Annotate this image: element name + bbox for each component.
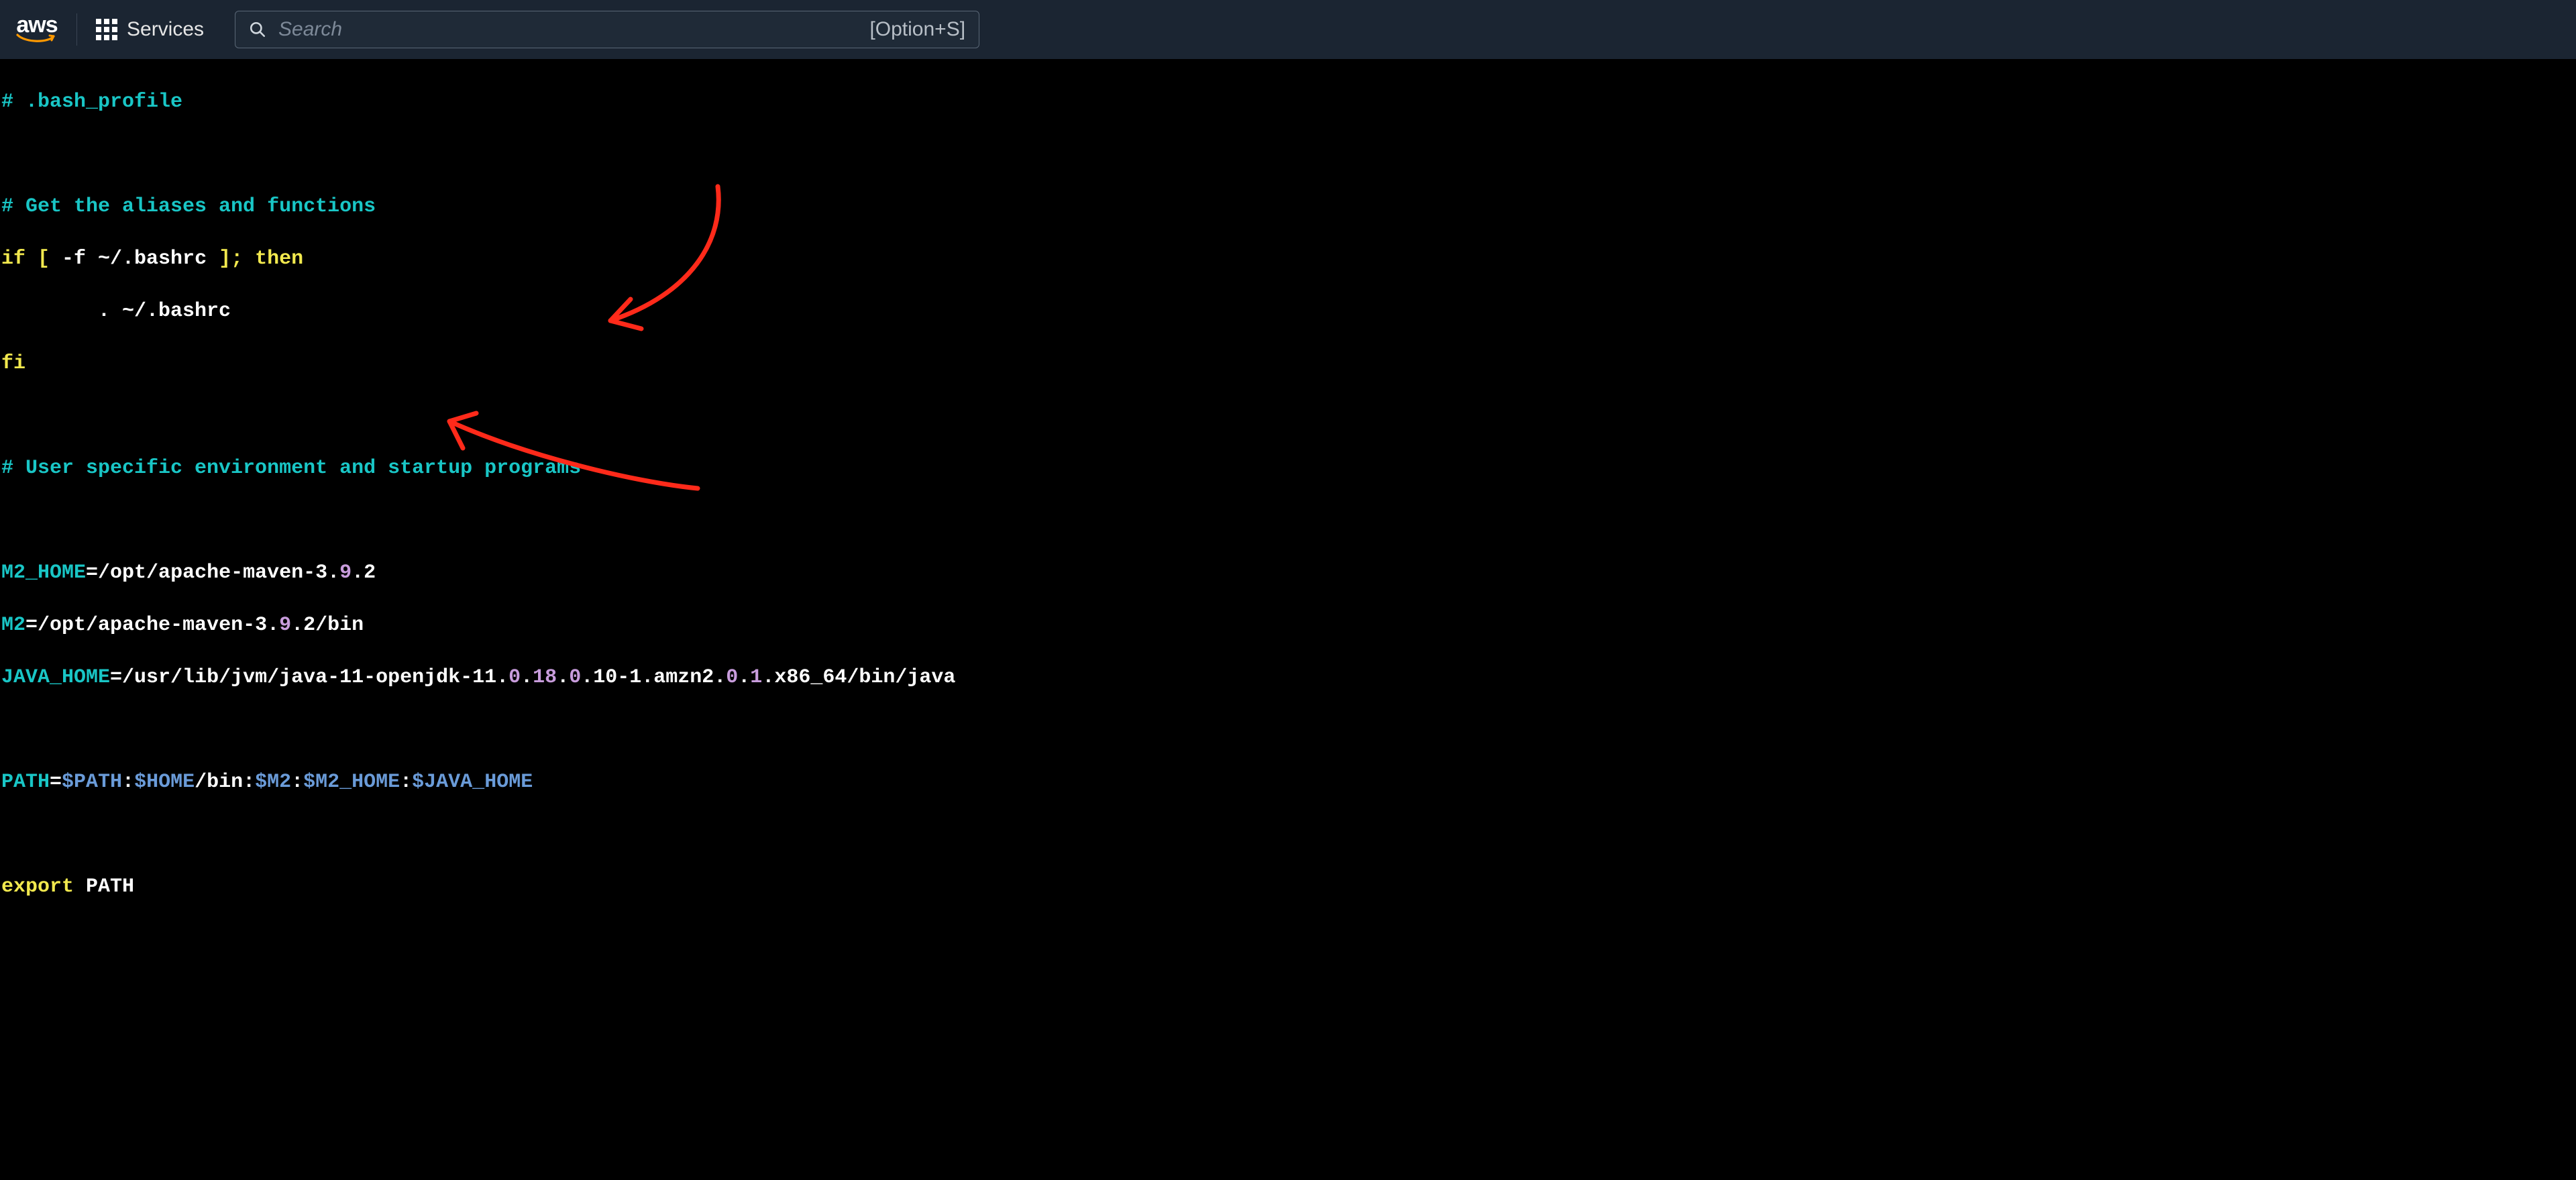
code-blank <box>1 717 2575 743</box>
code-blank <box>1 508 2575 534</box>
code-line: if [ -f ~/.bashrc ]; then <box>1 246 2575 272</box>
services-menu[interactable]: Services <box>96 18 204 41</box>
top-bar: aws Services [Option+S] <box>0 0 2576 59</box>
aws-smile-icon <box>16 34 58 44</box>
code-line: # User specific environment and startup … <box>1 455 2575 482</box>
aws-logo[interactable]: aws <box>16 15 58 45</box>
search-icon <box>249 21 266 38</box>
code-line: JAVA_HOME=/usr/lib/jvm/java-11-openjdk-1… <box>1 665 2575 691</box>
terminal-editor[interactable]: # .bash_profile # Get the aliases and fu… <box>0 59 2576 1057</box>
code-line: M2=/opt/apache-maven-3.9.2/bin <box>1 612 2575 639</box>
aws-logo-text: aws <box>16 15 57 36</box>
code-line: export PATH <box>1 874 2575 900</box>
search-box[interactable]: [Option+S] <box>235 11 979 48</box>
apps-grid-icon <box>96 19 117 40</box>
code-line: M2_HOME=/opt/apache-maven-3.9.2 <box>1 560 2575 586</box>
search-input[interactable] <box>278 18 857 41</box>
header-divider <box>76 13 77 46</box>
services-label: Services <box>127 18 204 41</box>
code-line: fi <box>1 351 2575 377</box>
code-line: PATH=$PATH:$HOME/bin:$M2:$M2_HOME:$JAVA_… <box>1 769 2575 796</box>
search-shortcut-hint: [Option+S] <box>869 18 965 41</box>
code-line: . ~/.bashrc <box>1 299 2575 325</box>
code-blank <box>1 822 2575 848</box>
code-line: # Get the aliases and functions <box>1 194 2575 220</box>
code-blank <box>1 142 2575 168</box>
code-blank <box>1 403 2575 429</box>
search-container: [Option+S] <box>235 11 979 48</box>
code-line: # .bash_profile <box>1 89 2575 115</box>
